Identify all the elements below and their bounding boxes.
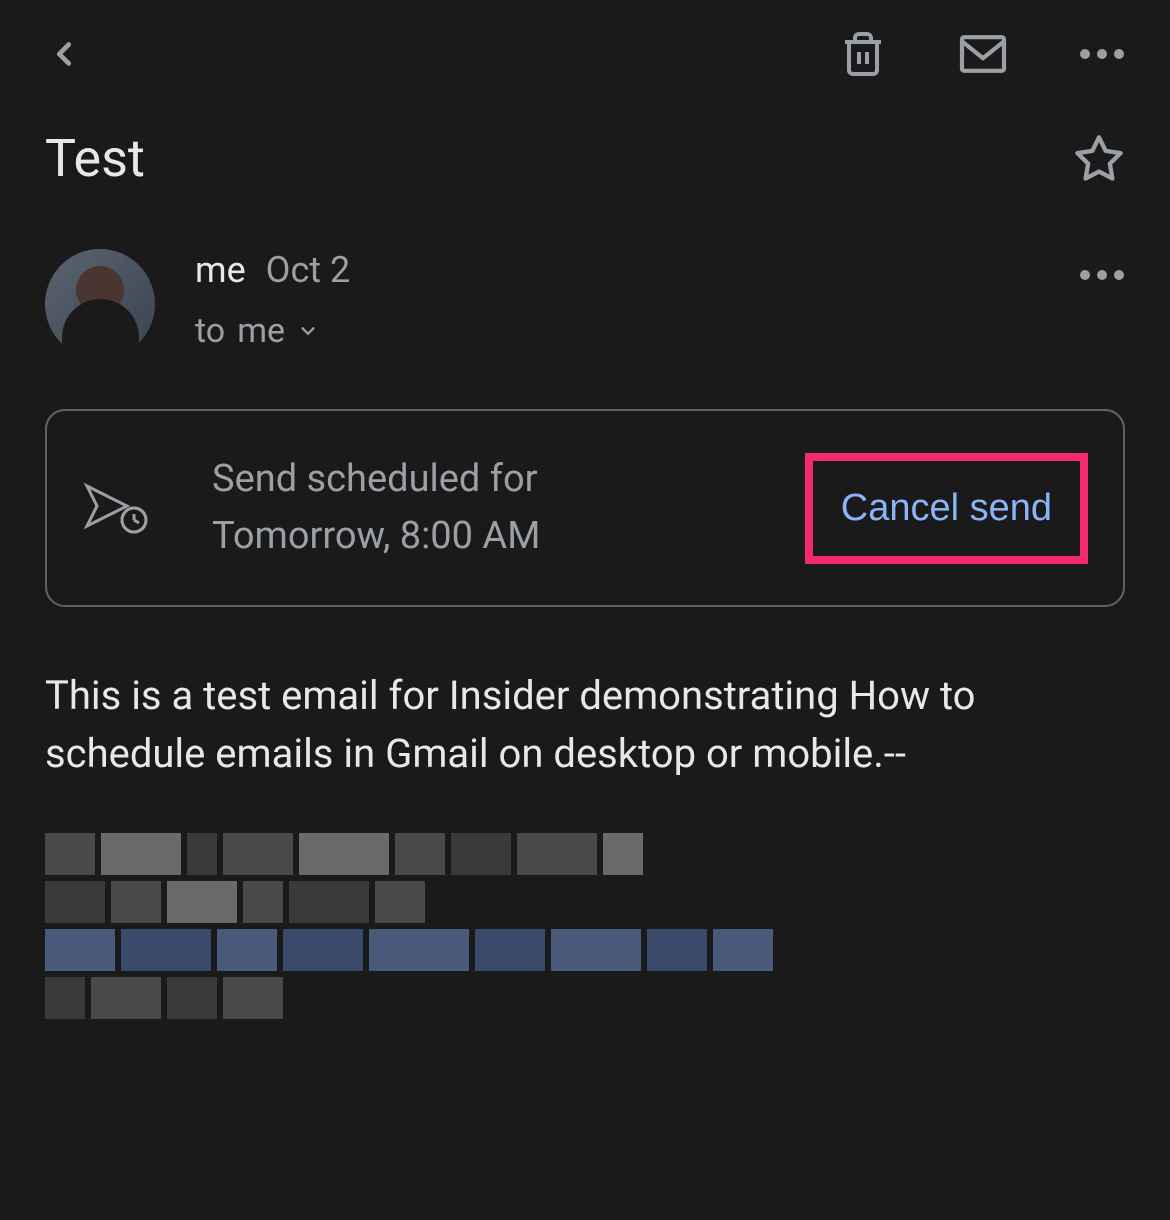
delete-button[interactable] — [839, 30, 887, 78]
more-button[interactable] — [1079, 48, 1125, 60]
message-more-button[interactable] — [1079, 249, 1125, 281]
sender-row: me Oct 2 to me — [0, 219, 1170, 389]
schedule-notice: Send scheduled for Tomorrow, 8:00 AM Can… — [45, 409, 1125, 607]
sender-name: me — [195, 249, 246, 291]
email-body: This is a test email for Insider demonst… — [0, 627, 1170, 823]
schedule-text: Send scheduled for Tomorrow, 8:00 AM — [212, 451, 745, 565]
back-arrow-icon — [45, 34, 83, 74]
email-header — [0, 0, 1170, 108]
back-button[interactable] — [45, 34, 83, 74]
schedule-line1: Send scheduled for — [212, 451, 745, 508]
envelope-icon — [957, 33, 1009, 75]
header-right — [839, 30, 1125, 78]
redacted-signature — [0, 823, 1170, 1029]
recipient-prefix: to — [195, 311, 225, 351]
header-left — [45, 34, 83, 74]
cancel-send-button[interactable]: Cancel send — [825, 471, 1068, 546]
recipient-line[interactable]: to me — [195, 311, 1039, 351]
star-button[interactable] — [1073, 133, 1125, 185]
sender-avatar[interactable] — [45, 249, 155, 359]
sender-info: me Oct 2 to me — [195, 249, 1039, 351]
subject-row: Test — [0, 108, 1170, 219]
mail-button[interactable] — [957, 33, 1009, 75]
recipient-name: me — [237, 311, 285, 351]
star-icon — [1073, 133, 1125, 185]
more-horizontal-icon — [1079, 48, 1125, 60]
email-subject: Test — [45, 128, 145, 189]
cancel-send-highlight: Cancel send — [805, 453, 1088, 564]
trash-icon — [839, 30, 887, 78]
schedule-line2: Tomorrow, 8:00 AM — [212, 508, 745, 565]
more-horizontal-icon — [1079, 269, 1125, 281]
schedule-send-icon — [82, 478, 152, 538]
sender-date: Oct 2 — [266, 249, 351, 291]
chevron-down-icon — [297, 324, 319, 338]
sender-line: me Oct 2 — [195, 249, 1039, 291]
